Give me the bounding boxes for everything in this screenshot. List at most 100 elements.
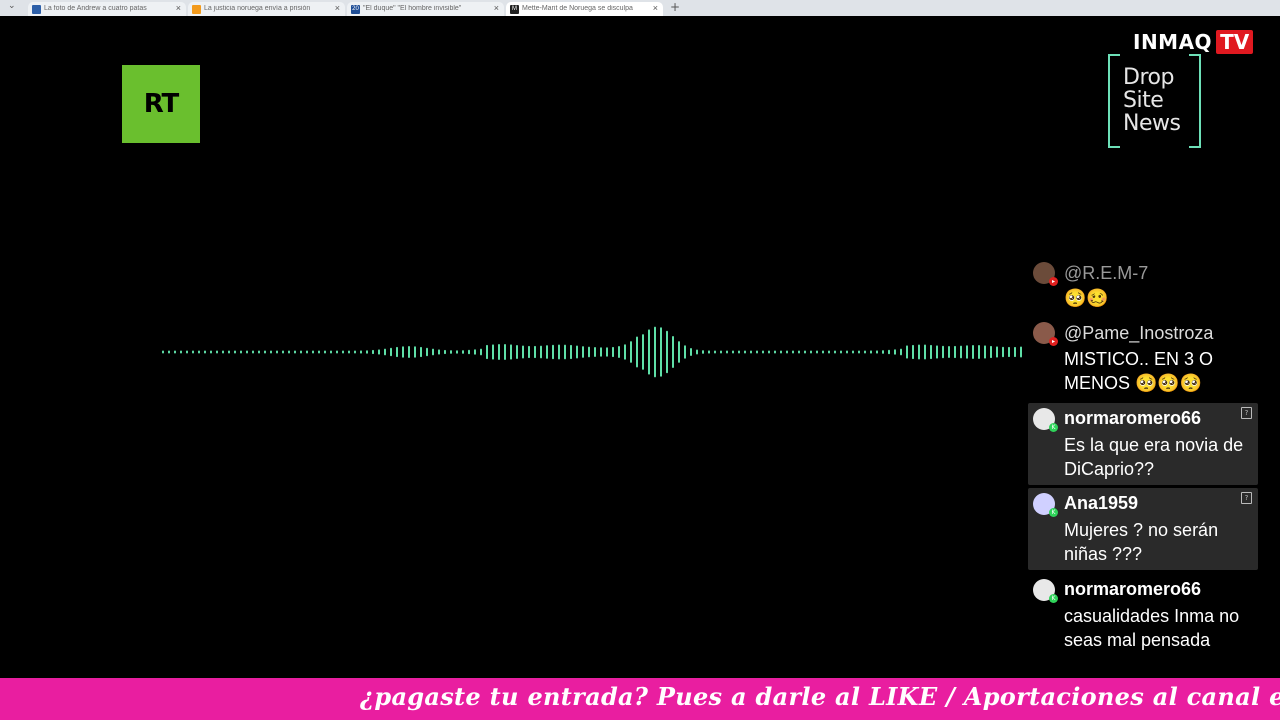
waveform-bar xyxy=(540,345,542,359)
chat-message: ▸ @R.E.M-7 🥺🥴 xyxy=(1028,260,1258,312)
waveform-bar xyxy=(390,347,392,357)
question-icon[interactable]: ? xyxy=(1241,492,1252,504)
chat-message-highlighted: K Ana1959 ? Mujeres ? no serán niñas ??? xyxy=(1028,488,1258,570)
waveform-bar xyxy=(168,350,170,354)
waveform-bar xyxy=(954,345,956,359)
waveform-bar xyxy=(450,350,452,354)
chat-username: Ana1959 xyxy=(1064,493,1139,513)
browser-tab-4-active[interactable]: M Mette-Marit de Noruega se disculpa × xyxy=(506,2,663,16)
waveform-bar xyxy=(888,349,890,355)
tab-list-chevron-icon[interactable]: ⌄ xyxy=(8,1,16,11)
waveform-bar xyxy=(882,350,884,354)
waveform-bar xyxy=(594,346,596,358)
waveform-bar xyxy=(654,326,656,378)
waveform-bar xyxy=(588,346,590,358)
close-tab-icon[interactable]: × xyxy=(653,3,658,13)
question-icon[interactable]: ? xyxy=(1241,407,1252,419)
waveform-bar xyxy=(492,344,494,360)
waveform-bar xyxy=(678,341,680,363)
waveform-bar xyxy=(192,350,194,354)
waveform-bar xyxy=(798,350,800,354)
waveform-bar xyxy=(276,350,278,354)
waveform-bar xyxy=(624,344,626,360)
chat-message: ▸ @Pame_Inostroza MISTICO.. EN 3 O MENOS… xyxy=(1028,320,1258,400)
waveform-bar xyxy=(744,350,746,354)
waveform-bar xyxy=(270,350,272,354)
waveform-bar xyxy=(858,350,860,354)
waveform-bar xyxy=(810,350,812,354)
browser-tab-1[interactable]: La foto de Andrew a cuatro patas × xyxy=(28,2,186,16)
kick-badge-icon: K xyxy=(1049,508,1058,517)
waveform-bar xyxy=(504,344,506,360)
waveform-bar xyxy=(378,349,380,355)
avatar: K xyxy=(1033,493,1058,517)
waveform-bar xyxy=(780,350,782,354)
waveform-bar xyxy=(576,345,578,359)
browser-tab-3[interactable]: 20 "El duque" "El hombre invisible" × xyxy=(347,2,504,16)
news-favicon-icon xyxy=(192,5,201,14)
waveform-bar xyxy=(834,350,836,354)
waveform-bar xyxy=(960,345,962,359)
waveform-bar xyxy=(1014,346,1016,358)
waveform-bar xyxy=(714,350,716,354)
logo-word: Site xyxy=(1123,88,1164,113)
chat-text: Mujeres ? no serán niñas ??? xyxy=(1064,520,1219,564)
waveform-bar xyxy=(186,350,188,354)
logo-word: Drop xyxy=(1123,65,1174,90)
chat-message: K normaromero66 casualidades Inma no sea… xyxy=(1028,574,1258,656)
close-tab-icon[interactable]: × xyxy=(335,3,340,13)
waveform-bar xyxy=(996,346,998,358)
waveform-bar xyxy=(384,348,386,356)
channel-tv-badge: TV xyxy=(1216,30,1254,54)
twenty-favicon-icon: 20 xyxy=(351,5,360,14)
close-tab-icon[interactable]: × xyxy=(494,3,499,13)
live-chat-overlay: ▸ @R.E.M-7 🥺🥴 ▸ @Pame_Inostroza MISTICO.… xyxy=(1024,256,1264,662)
waveform-bar xyxy=(288,350,290,354)
waveform-bar xyxy=(1008,346,1010,358)
waveform-bar xyxy=(948,345,950,359)
waveform-bar xyxy=(438,349,440,355)
waveform-bar xyxy=(696,349,698,355)
waveform-bar xyxy=(402,346,404,358)
waveform-bar xyxy=(990,345,992,359)
tab-label: La foto de Andrew a cuatro patas xyxy=(44,5,147,12)
new-tab-button[interactable]: + xyxy=(670,0,680,14)
waveform-bar xyxy=(846,350,848,354)
waveform-bar xyxy=(366,350,368,354)
chat-message-highlighted: K normaromero66 ? Es la que era novia de… xyxy=(1028,403,1258,485)
waveform-bar xyxy=(720,350,722,354)
waveform-bar xyxy=(240,350,242,354)
waveform-bar xyxy=(756,350,758,354)
waveform-bar xyxy=(564,344,566,360)
waveform-bar xyxy=(516,344,518,360)
waveform-bar xyxy=(480,348,482,356)
waveform-bar xyxy=(228,350,230,354)
waveform-bar xyxy=(312,350,314,354)
waveform-bar xyxy=(486,344,488,360)
waveform-bar xyxy=(456,350,458,354)
waveform-bar xyxy=(426,347,428,357)
waveform-bar xyxy=(828,350,830,354)
chat-username: @R.E.M-7 xyxy=(1064,263,1149,283)
waveform-bar xyxy=(582,346,584,358)
waveform-bar xyxy=(1002,346,1004,358)
waveform-bar xyxy=(294,350,296,354)
waveform-bar xyxy=(942,345,944,359)
browser-tab-2[interactable]: La justicia noruega envía a prisión × xyxy=(188,2,345,16)
waveform-bar xyxy=(900,348,902,356)
waveform-bar xyxy=(906,345,908,359)
waveform-bar xyxy=(816,350,818,354)
news-favicon-icon xyxy=(32,5,41,14)
rt-logo: RT xyxy=(122,65,200,143)
waveform-bar xyxy=(522,345,524,359)
waveform-bar xyxy=(600,347,602,357)
close-tab-icon[interactable]: × xyxy=(176,3,181,13)
waveform-bar xyxy=(552,344,554,360)
waveform-bar xyxy=(348,350,350,354)
waveform-bar xyxy=(726,350,728,354)
tab-label: Mette-Marit de Noruega se disculpa xyxy=(522,5,633,12)
waveform-bar xyxy=(408,346,410,358)
waveform-bar xyxy=(336,350,338,354)
waveform-bar xyxy=(510,344,512,360)
tab-label: "El duque" "El hombre invisible" xyxy=(363,5,462,12)
